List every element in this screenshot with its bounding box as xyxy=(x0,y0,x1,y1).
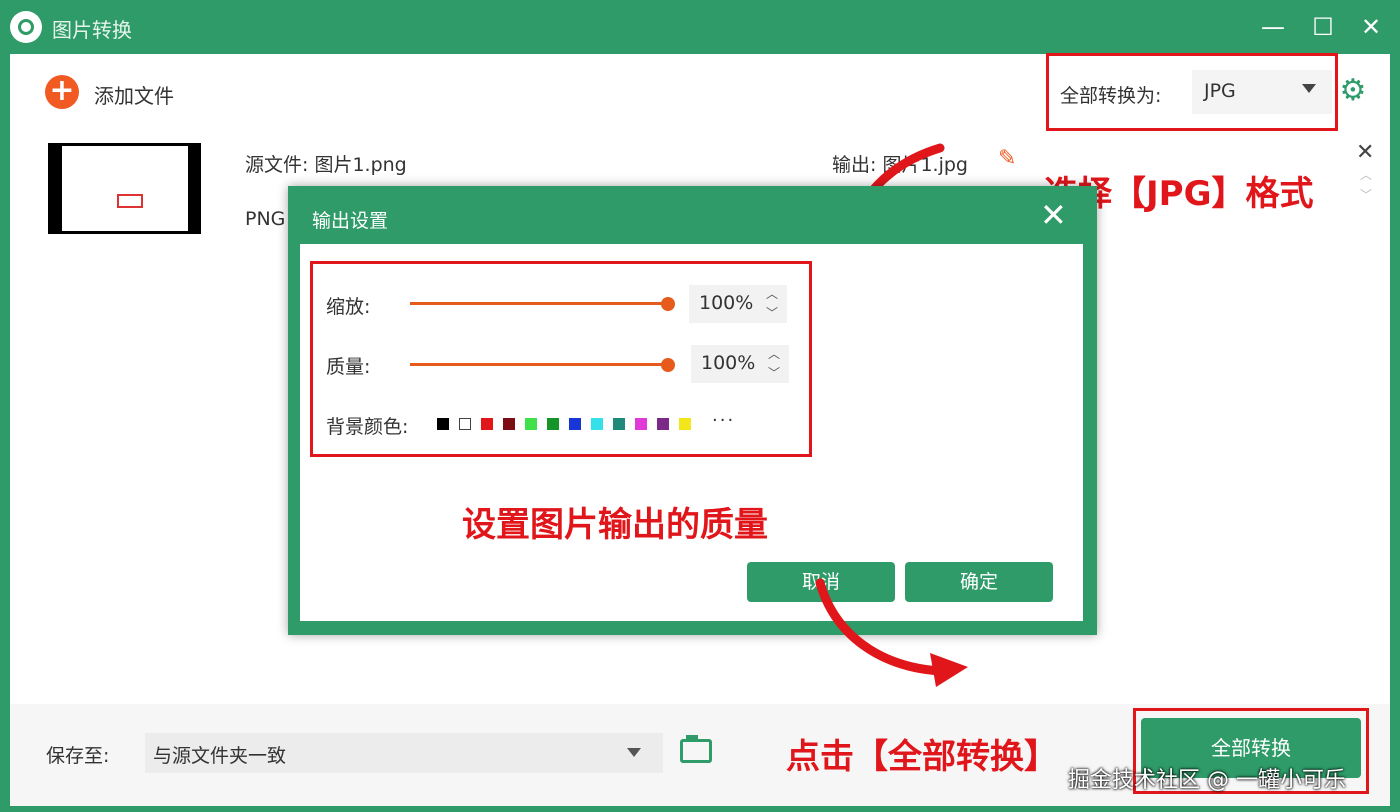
quality-label: 质量: xyxy=(326,356,371,378)
more-colors-button[interactable]: ··· xyxy=(712,410,735,431)
color-swatch[interactable] xyxy=(635,418,647,430)
annotation-set-quality: 设置图片输出的质量 xyxy=(462,505,768,545)
minimize-button[interactable]: — xyxy=(1254,8,1292,46)
chevron-down-icon[interactable]: ﹀ xyxy=(768,364,780,381)
thumbnail-preview xyxy=(62,146,188,231)
color-swatch[interactable] xyxy=(503,418,515,430)
quality-slider[interactable] xyxy=(410,358,675,372)
chevron-down-icon[interactable]: ﹀ xyxy=(766,304,778,321)
color-swatch[interactable] xyxy=(679,418,691,430)
add-file-button[interactable]: 添加文件 xyxy=(94,80,174,109)
annotation-arrow-bottom xyxy=(815,578,968,687)
scale-value: 100% xyxy=(699,292,754,314)
bg-color-label: 背景颜色: xyxy=(326,416,409,438)
watermark: 掘金技术社区 @ 一罐小可乐 xyxy=(1068,768,1346,793)
color-swatch[interactable] xyxy=(459,418,471,430)
file-thumbnail xyxy=(48,143,201,234)
folder-icon[interactable] xyxy=(680,735,712,763)
highlight-box-format xyxy=(1046,53,1338,131)
save-to-select[interactable]: 与源文件夹一致 xyxy=(145,733,663,773)
save-to-label: 保存至: xyxy=(46,745,110,767)
window-title: 图片转换 xyxy=(52,18,132,42)
quality-slider-handle[interactable] xyxy=(661,358,675,372)
quality-slider-track xyxy=(410,363,668,366)
chevron-up-icon[interactable]: ︿ xyxy=(766,285,778,302)
source-format: PNG xyxy=(245,208,286,230)
save-to-value: 与源文件夹一致 xyxy=(153,745,287,767)
chevron-up-icon[interactable]: ︿ xyxy=(768,345,780,362)
quality-value: 100% xyxy=(701,352,756,374)
scale-label: 缩放: xyxy=(326,296,371,318)
chevron-down-icon xyxy=(627,748,641,757)
app-logo-icon xyxy=(10,11,42,43)
dialog-title: 输出设置 xyxy=(312,210,389,232)
thumbnail-rect xyxy=(117,194,143,208)
scale-slider-track xyxy=(410,302,668,305)
quality-spinbox[interactable]: 100% ︿ ﹀ xyxy=(691,345,789,383)
remove-file-icon[interactable]: ✕ xyxy=(1356,140,1374,165)
title-bar xyxy=(0,0,1400,54)
scale-slider-handle[interactable] xyxy=(661,297,675,311)
dialog-close-icon[interactable]: ✕ xyxy=(1040,196,1067,234)
color-swatch[interactable] xyxy=(591,418,603,430)
plus-circle-icon[interactable]: + xyxy=(45,75,79,109)
maximize-button[interactable]: ☐ xyxy=(1304,8,1342,46)
chevron-down-icon[interactable]: ﹀ xyxy=(1360,186,1372,203)
chevron-up-icon[interactable]: ︿ xyxy=(1360,166,1372,183)
color-swatch[interactable] xyxy=(569,418,581,430)
color-swatch[interactable] xyxy=(613,418,625,430)
edit-pencil-icon[interactable]: ✎ xyxy=(998,146,1016,171)
color-swatch[interactable] xyxy=(657,418,669,430)
gear-icon[interactable]: ⚙ xyxy=(1338,76,1368,106)
source-file-label: 源文件: 图片1.png xyxy=(245,154,407,176)
color-swatch[interactable] xyxy=(437,418,449,430)
annotation-click-convert: 点击【全部转换】 xyxy=(786,737,1058,777)
scale-slider[interactable] xyxy=(410,297,675,311)
scale-spinbox[interactable]: 100% ︿ ﹀ xyxy=(689,285,787,323)
color-swatch[interactable] xyxy=(547,418,559,430)
color-swatch[interactable] xyxy=(481,418,493,430)
close-button[interactable]: ✕ xyxy=(1352,8,1390,46)
color-swatch[interactable] xyxy=(525,418,537,430)
